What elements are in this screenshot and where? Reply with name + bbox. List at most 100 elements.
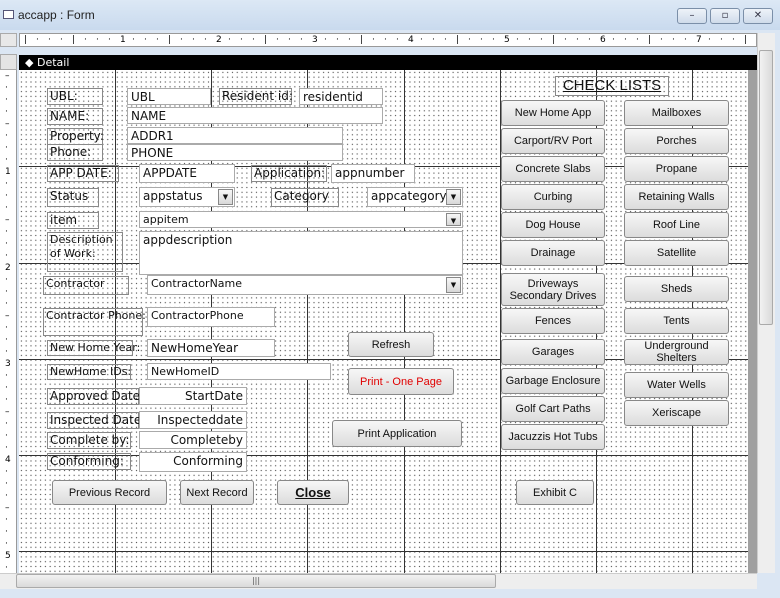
status-label[interactable]: Status: [47, 188, 99, 207]
checklist-button[interactable]: Driveways Secondary Drives: [501, 273, 605, 306]
new-home-id-field[interactable]: NewHomeID: [147, 363, 331, 380]
checklist-button[interactable]: Tents: [624, 308, 729, 334]
checklist-button[interactable]: Golf Cart Paths: [501, 396, 605, 422]
dropdown-arrow-icon[interactable]: ▼: [218, 189, 233, 205]
phone-label[interactable]: Phone:: [47, 144, 103, 161]
detail-section-bar[interactable]: ◆ Detail: [19, 55, 757, 70]
checklist-button-text: New Home App: [514, 107, 592, 119]
dropdown-arrow-icon[interactable]: ▼: [446, 213, 461, 226]
refresh-button[interactable]: Refresh: [348, 332, 434, 357]
checklist-button[interactable]: Retaining Walls: [624, 184, 729, 210]
checklist-button[interactable]: Concrete Slabs: [501, 156, 605, 182]
ubl-label[interactable]: UBL:: [47, 88, 103, 105]
close-button-text: Close: [295, 484, 331, 500]
name-field[interactable]: NAME: [127, 107, 383, 124]
resident-label[interactable]: Resident id:: [219, 88, 293, 105]
checklist-button[interactable]: Garbage Enclosure: [501, 368, 605, 394]
checklist-button[interactable]: Mailboxes: [624, 100, 729, 126]
phone-field[interactable]: PHONE: [127, 144, 343, 161]
contractor-phone-label[interactable]: Contractor Phone:: [43, 308, 146, 336]
ruler-tick: ·: [384, 35, 387, 45]
contractor-combo[interactable]: ContractorName ▼: [147, 275, 463, 295]
horizontal-scroll-thumb[interactable]: |||: [16, 574, 496, 588]
minimize-button[interactable]: –: [677, 8, 707, 24]
print-application-button[interactable]: Print Application: [332, 420, 462, 447]
ruler-tick: ·: [192, 35, 195, 45]
appdate-label[interactable]: APP DATE:: [47, 165, 119, 182]
contractor-label[interactable]: Contractor: [43, 276, 129, 295]
new-home-year-label[interactable]: New Home Year:: [47, 340, 140, 356]
dropdown-arrow-icon[interactable]: ▼: [446, 277, 461, 293]
checklist-button[interactable]: Roof Line: [624, 212, 729, 238]
ruler-tick: ·: [96, 35, 99, 45]
checklist-button[interactable]: Water Wells: [624, 372, 729, 398]
checklist-button[interactable]: Underground Shelters: [624, 339, 729, 365]
section-selector[interactable]: [0, 54, 17, 70]
inspected-field[interactable]: Inspecteddate: [139, 411, 247, 429]
vertical-scroll-thumb[interactable]: [759, 50, 773, 325]
checklist-button[interactable]: Propane: [624, 156, 729, 182]
approved-field[interactable]: StartDate: [139, 387, 247, 405]
checklist-button[interactable]: Fences: [501, 308, 605, 334]
checklist-button[interactable]: Garages: [501, 339, 605, 365]
category-label[interactable]: Category: [271, 188, 339, 207]
item-combo[interactable]: appitem ▼: [139, 211, 463, 228]
checklist-button[interactable]: Curbing: [501, 184, 605, 210]
close-button[interactable]: Close: [277, 480, 349, 505]
checklist-button[interactable]: Xeriscape: [624, 400, 729, 426]
property-label-text: Property:: [50, 129, 104, 143]
previous-record-button[interactable]: Previous Record: [52, 480, 167, 505]
new-home-ids-label[interactable]: NewHome IDs:: [47, 364, 131, 380]
print-one-page-button[interactable]: Print - One Page: [348, 368, 454, 395]
ruler-tick: ·: [444, 35, 447, 45]
category-combo-text: appcategory: [371, 189, 447, 203]
description-label[interactable]: Description of Work:: [47, 232, 123, 272]
complete-field[interactable]: Completeby: [139, 431, 247, 449]
checklist-button[interactable]: Jacuzzis Hot Tubs: [501, 424, 605, 450]
complete-label[interactable]: Complete by:: [47, 432, 131, 449]
status-combo[interactable]: appstatus ▼: [139, 187, 235, 207]
checklist-button[interactable]: Sheds: [624, 276, 729, 302]
ubl-field[interactable]: UBL: [127, 88, 211, 105]
horizontal-ruler[interactable]: | · · · | · · · 1 · · · | · · · 2 · · · | · · · 3 · · · | · · · 4 · · · | · · ·…: [19, 33, 757, 47]
complete-field-text: Completeby: [170, 433, 243, 447]
category-combo[interactable]: appcategory ▼: [367, 187, 463, 207]
checklist-button[interactable]: Carport/RV Port: [501, 128, 605, 154]
vertical-ruler[interactable]: – · · · – · · · 1 · · · – · · · 2 · · · – · · · 3 · · · – · · · 4 · · · – · · ·…: [0, 54, 17, 573]
ruler-tick: ·: [576, 35, 579, 45]
application-label[interactable]: Application:: [251, 165, 327, 182]
checklist-button[interactable]: Drainage: [501, 240, 605, 266]
approved-label[interactable]: Approved Date:: [47, 388, 144, 405]
close-window-button[interactable]: ✕: [743, 8, 773, 24]
checklist-button-text: Water Wells: [647, 379, 706, 391]
checklist-button[interactable]: New Home App: [501, 100, 605, 126]
application-field[interactable]: appnumber: [331, 164, 415, 183]
resident-field[interactable]: residentid: [299, 88, 383, 105]
conforming-field[interactable]: Conforming: [139, 452, 247, 472]
ruler-tick: ·: [720, 35, 723, 45]
item-label[interactable]: item: [47, 212, 99, 229]
ruler-tick: ·: [5, 371, 8, 381]
checklist-button[interactable]: Dog House: [501, 212, 605, 238]
ruler-tick: ·: [204, 35, 207, 45]
new-home-year-field[interactable]: NewHomeYear: [147, 339, 275, 357]
checklist-button[interactable]: Satellite: [624, 240, 729, 266]
ruler-corner[interactable]: [0, 33, 17, 47]
conforming-label[interactable]: Conforming:: [47, 453, 131, 470]
exhibit-c-button[interactable]: Exhibit C: [516, 480, 594, 505]
checklists-title-text: CHECK LISTS: [562, 77, 662, 94]
status-combo-text: appstatus: [143, 189, 203, 203]
checklist-button[interactable]: Porches: [624, 128, 729, 154]
inspected-label[interactable]: Inspected Date:: [47, 412, 145, 429]
next-record-button[interactable]: Next Record: [180, 480, 254, 505]
ruler-tick: ·: [5, 239, 8, 249]
appdate-field[interactable]: APPDATE: [139, 164, 235, 183]
description-field[interactable]: appdescription: [139, 231, 463, 275]
property-field[interactable]: ADDR1: [127, 127, 343, 144]
name-label[interactable]: NAME:: [47, 108, 103, 125]
restore-button[interactable]: ▫: [710, 8, 740, 24]
checklist-button-text: Curbing: [533, 191, 573, 203]
dropdown-arrow-icon[interactable]: ▼: [446, 189, 461, 205]
contractor-phone-field[interactable]: ContractorPhone: [147, 307, 275, 327]
property-label[interactable]: Property:: [47, 128, 104, 145]
